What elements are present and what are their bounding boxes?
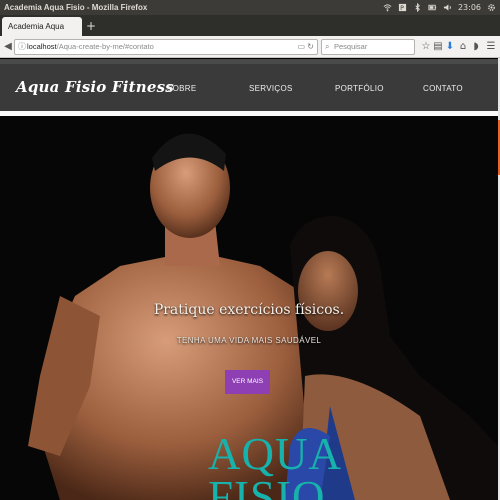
clock[interactable]: 23:06	[458, 0, 481, 15]
nav-sobre[interactable]: SOBRE	[167, 84, 197, 93]
search-icon: ⌕	[325, 42, 330, 51]
hero-brand-aqua: AQUA	[208, 429, 342, 479]
back-arrow-icon[interactable]: ◀	[1, 40, 15, 54]
keyboard-layout-icon[interactable]: P	[398, 3, 407, 12]
os-title-bar: Academia Aqua Fisio - Mozilla Firefox P …	[0, 0, 500, 15]
search-placeholder: Pesquisar	[334, 42, 368, 51]
reader-view-icon[interactable]: ▭	[298, 42, 306, 51]
nav-servicos[interactable]: SERVIÇOS	[249, 84, 293, 93]
wifi-icon[interactable]	[383, 3, 392, 12]
url-path: /Aqua-create-by-me/#contato	[56, 42, 154, 51]
download-icon[interactable]: ⬇	[443, 40, 457, 54]
url-actions: ▭ ↻	[298, 40, 315, 54]
home-icon[interactable]: ⌂	[456, 40, 470, 54]
pocket-icon[interactable]: ◗	[469, 40, 483, 54]
site-header: Aqua Fisio Fitness SOBRE SERVIÇOS PORTFÓ…	[0, 59, 498, 111]
nav-portfolio[interactable]: PORTFÓLIO	[335, 84, 384, 93]
site-logo[interactable]: Aqua Fisio Fitness	[16, 78, 174, 96]
bluetooth-icon[interactable]	[413, 3, 422, 12]
menu-hamburger-icon[interactable]: ☰	[484, 40, 498, 54]
nav-toolbar: ◀ ⓘ localhost/Aqua-create-by-me/#contato…	[0, 36, 500, 58]
new-tab-button[interactable]: +	[84, 18, 98, 34]
tab-strip: Academia Aqua Fisio +	[0, 15, 500, 50]
hero-brand-fisio: FISIO	[208, 472, 326, 500]
url-host: localhost	[27, 42, 57, 51]
reload-icon[interactable]: ↻	[307, 42, 314, 51]
window-title: Academia Aqua Fisio - Mozilla Firefox	[4, 3, 148, 12]
settings-gear-icon[interactable]	[487, 3, 496, 12]
volume-icon[interactable]	[443, 3, 452, 12]
svg-text:P: P	[400, 5, 404, 12]
system-tray: P 23:06	[383, 0, 496, 15]
hero-section: Pratique exercícios físicos. TENHA UMA V…	[0, 116, 498, 500]
search-input[interactable]: ⌕ Pesquisar	[321, 39, 415, 55]
hero-title: Pratique exercícios físicos.	[153, 302, 345, 318]
tab-academia-aqua-fisio[interactable]: Academia Aqua Fisio	[2, 17, 82, 50]
ver-mais-button[interactable]: VER MAIS	[225, 370, 270, 394]
battery-icon[interactable]	[428, 3, 437, 12]
nav-contato[interactable]: CONTATO	[423, 84, 463, 93]
hero-subtitle: TENHA UMA VIDA MAIS SAUDÁVEL	[176, 336, 322, 345]
url-bar[interactable]: ⓘ localhost/Aqua-create-by-me/#contato ▭…	[14, 39, 318, 55]
info-icon[interactable]: ⓘ	[18, 40, 26, 54]
